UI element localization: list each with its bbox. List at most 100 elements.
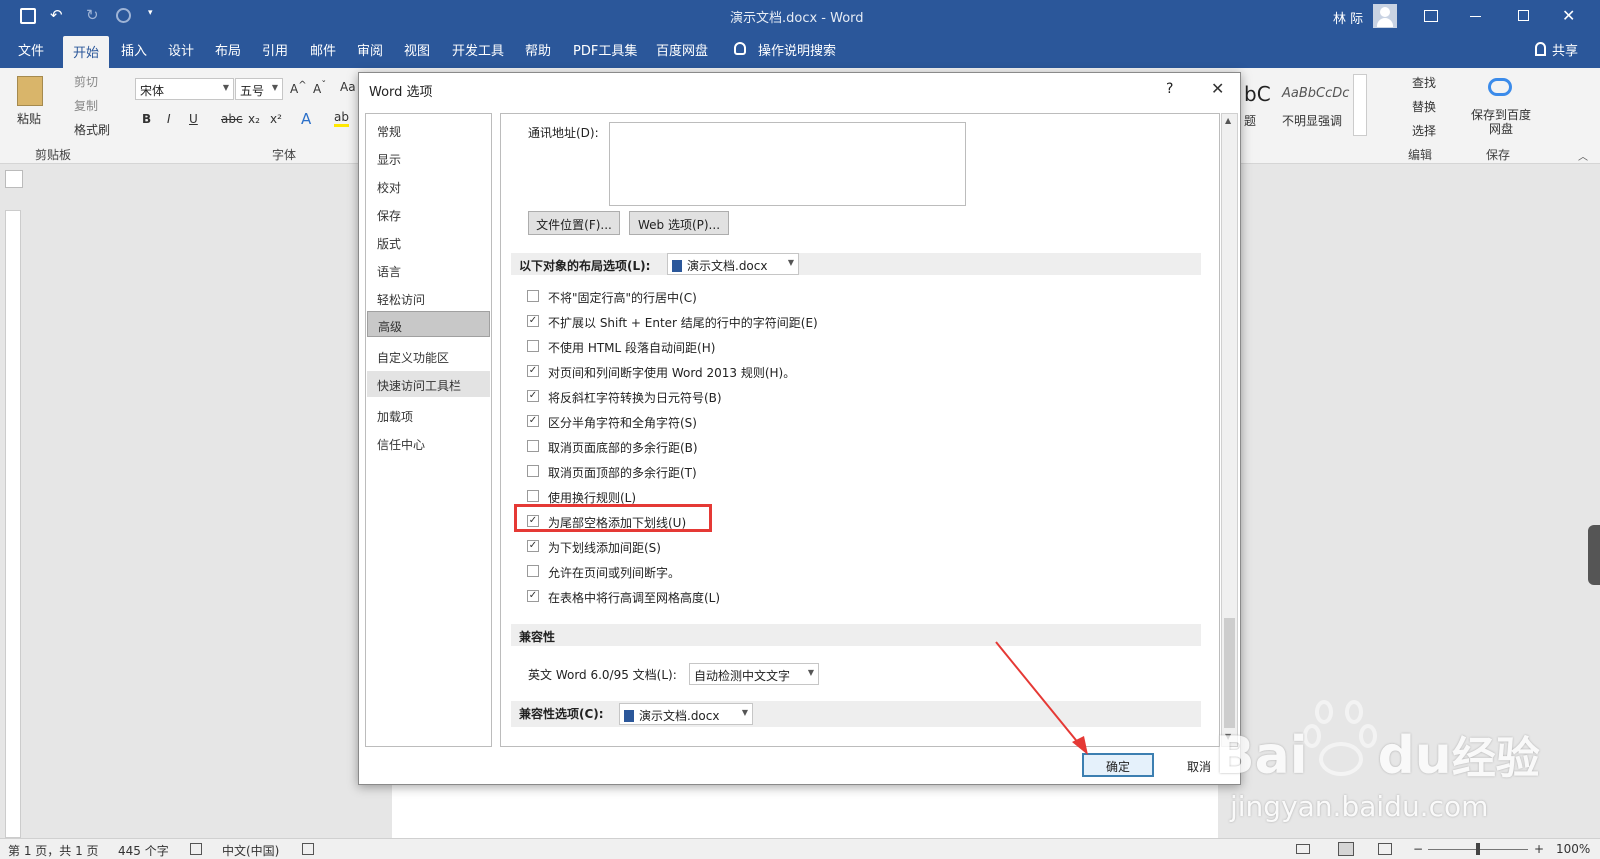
nav-addins[interactable]: 加载项 <box>367 402 490 428</box>
layout-doc-select[interactable]: 演示文档.docx ▼ <box>667 253 799 275</box>
tab-view[interactable]: 视图 <box>404 40 430 59</box>
style-partial-heading[interactable]: bC <box>1244 82 1271 106</box>
option-checkbox[interactable] <box>527 440 539 452</box>
minimize-icon[interactable] <box>1470 16 1481 17</box>
tab-file[interactable]: 文件 <box>18 40 44 59</box>
nav-customize-ribbon[interactable]: 自定义功能区 <box>367 343 490 369</box>
nav-save[interactable]: 保存 <box>367 201 490 227</box>
strikethrough-icon[interactable]: abc <box>221 112 243 126</box>
content-scrollbar[interactable]: ▲ ▼ <box>1221 113 1238 747</box>
nav-trust-center[interactable]: 信任中心 <box>367 430 490 456</box>
styles-scroll[interactable] <box>1353 74 1367 136</box>
ruler-corner[interactable] <box>5 170 23 188</box>
customize-qat-icon[interactable]: ▾ <box>148 8 153 18</box>
word-count[interactable]: 445 个字 <box>118 842 169 859</box>
scroll-up-icon[interactable]: ▲ <box>1225 116 1231 125</box>
nav-proofing[interactable]: 校对 <box>367 173 490 199</box>
tab-home[interactable]: 开始 <box>63 36 110 68</box>
tab-baidu-pan[interactable]: 百度网盘 <box>656 40 708 59</box>
tab-review[interactable]: 审阅 <box>357 40 383 59</box>
collapse-ribbon-icon[interactable]: ︿ <box>1578 148 1588 163</box>
cut-button[interactable]: 剪切 <box>74 73 98 90</box>
nav-general[interactable]: 常规 <box>367 117 490 143</box>
copy-button[interactable]: 复制 <box>74 97 98 114</box>
language-status[interactable]: 中文(中国) <box>222 842 279 859</box>
macro-icon[interactable] <box>302 843 314 855</box>
nav-language[interactable]: 语言 <box>367 257 490 283</box>
subscript-icon[interactable]: x₂ <box>248 112 260 126</box>
tab-help[interactable]: 帮助 <box>525 40 551 59</box>
option-checkbox[interactable] <box>527 490 539 502</box>
nav-typography[interactable]: 版式 <box>367 229 490 255</box>
scroll-handle[interactable] <box>1588 525 1600 585</box>
zoom-slider-thumb[interactable] <box>1476 843 1480 855</box>
superscript-icon[interactable]: x² <box>270 112 282 126</box>
option-checkbox[interactable] <box>527 290 539 302</box>
select-button[interactable]: 选择 <box>1412 122 1436 139</box>
share-icon[interactable] <box>1535 42 1546 56</box>
option-checkbox[interactable] <box>527 340 539 352</box>
redo-icon[interactable]: ↻ <box>86 6 99 24</box>
paste-button[interactable]: 粘贴 <box>17 110 41 127</box>
close-icon[interactable]: ✕ <box>1562 6 1575 25</box>
option-checkbox[interactable]: ✓ <box>527 365 539 377</box>
shrink-font-icon[interactable]: Aˇ <box>313 80 326 96</box>
tab-insert[interactable]: 插入 <box>121 40 147 59</box>
nav-advanced[interactable]: 高级 <box>367 311 490 337</box>
restore-icon[interactable] <box>1518 10 1529 21</box>
scroll-thumb[interactable] <box>1224 618 1235 728</box>
page-count[interactable]: 第 1 页，共 1 页 <box>8 842 99 859</box>
format-painter-button[interactable]: 格式刷 <box>74 121 110 138</box>
proofing-icon[interactable] <box>190 843 202 855</box>
tab-design[interactable]: 设计 <box>168 40 194 59</box>
zoom-in-icon[interactable]: + <box>1534 842 1544 856</box>
nav-accessibility[interactable]: 轻松访问 <box>367 285 490 311</box>
clear-format-icon[interactable]: Aa <box>340 80 356 94</box>
avatar[interactable] <box>1373 4 1397 28</box>
style-partial-subtle[interactable]: AaBbCcDc <box>1282 86 1349 101</box>
nav-display[interactable]: 显示 <box>367 145 490 171</box>
bold-icon[interactable]: B <box>142 112 151 126</box>
baidu-pan-icon[interactable] <box>1488 78 1512 96</box>
option-checkbox[interactable]: ✓ <box>527 315 539 327</box>
find-button[interactable]: 查找 <box>1412 74 1436 91</box>
mailing-address-input[interactable] <box>609 122 966 206</box>
save-to-baidu-button[interactable]: 保存到百度网盘 <box>1466 108 1536 136</box>
zoom-level[interactable]: 100% <box>1556 842 1590 856</box>
option-checkbox[interactable]: ✓ <box>527 390 539 402</box>
option-checkbox[interactable]: ✓ <box>527 415 539 427</box>
text-effects-icon[interactable]: A <box>301 110 311 128</box>
tell-me-search[interactable]: 操作说明搜索 <box>758 40 836 59</box>
user-name[interactable]: 林 际 <box>1333 8 1363 27</box>
tab-developer[interactable]: 开发工具 <box>452 40 504 59</box>
tab-layout[interactable]: 布局 <box>215 40 241 59</box>
highlight-icon[interactable]: ab <box>334 110 349 127</box>
help-button[interactable]: ? <box>1166 81 1173 97</box>
print-layout-icon[interactable] <box>1338 842 1354 856</box>
italic-icon[interactable]: I <box>167 112 171 126</box>
undo-icon[interactable]: ↶ <box>50 6 63 24</box>
save-icon[interactable] <box>20 8 36 24</box>
nav-quick-access-toolbar[interactable]: 快速访问工具栏 <box>367 371 490 397</box>
read-mode-icon[interactable] <box>1296 844 1310 854</box>
tab-references[interactable]: 引用 <box>262 40 288 59</box>
replace-button[interactable]: 替换 <box>1412 98 1436 115</box>
option-checkbox[interactable]: ✓ <box>527 590 539 602</box>
grow-font-icon[interactable]: A^ <box>290 80 307 96</box>
share-button[interactable]: 共享 <box>1552 40 1578 59</box>
font-name-select[interactable]: 宋体 ▼ <box>135 78 234 100</box>
option-checkbox[interactable]: ✓ <box>527 540 539 552</box>
web-options-button[interactable]: Web 选项(P)... <box>629 211 729 235</box>
paste-icon[interactable] <box>17 76 43 106</box>
option-checkbox[interactable] <box>527 565 539 577</box>
circle-icon[interactable] <box>116 8 131 23</box>
zoom-out-icon[interactable]: − <box>1413 842 1423 856</box>
underline-icon[interactable]: U <box>189 112 198 126</box>
font-size-select[interactable]: 五号 ▼ <box>235 78 283 100</box>
option-checkbox[interactable] <box>527 465 539 477</box>
file-locations-button[interactable]: 文件位置(F)... <box>528 211 620 235</box>
ribbon-display-icon[interactable] <box>1424 10 1438 22</box>
dialog-close-icon[interactable]: ✕ <box>1211 79 1224 98</box>
web-layout-icon[interactable] <box>1378 843 1392 855</box>
compat-doc-select[interactable]: 演示文档.docx ▼ <box>619 703 753 725</box>
